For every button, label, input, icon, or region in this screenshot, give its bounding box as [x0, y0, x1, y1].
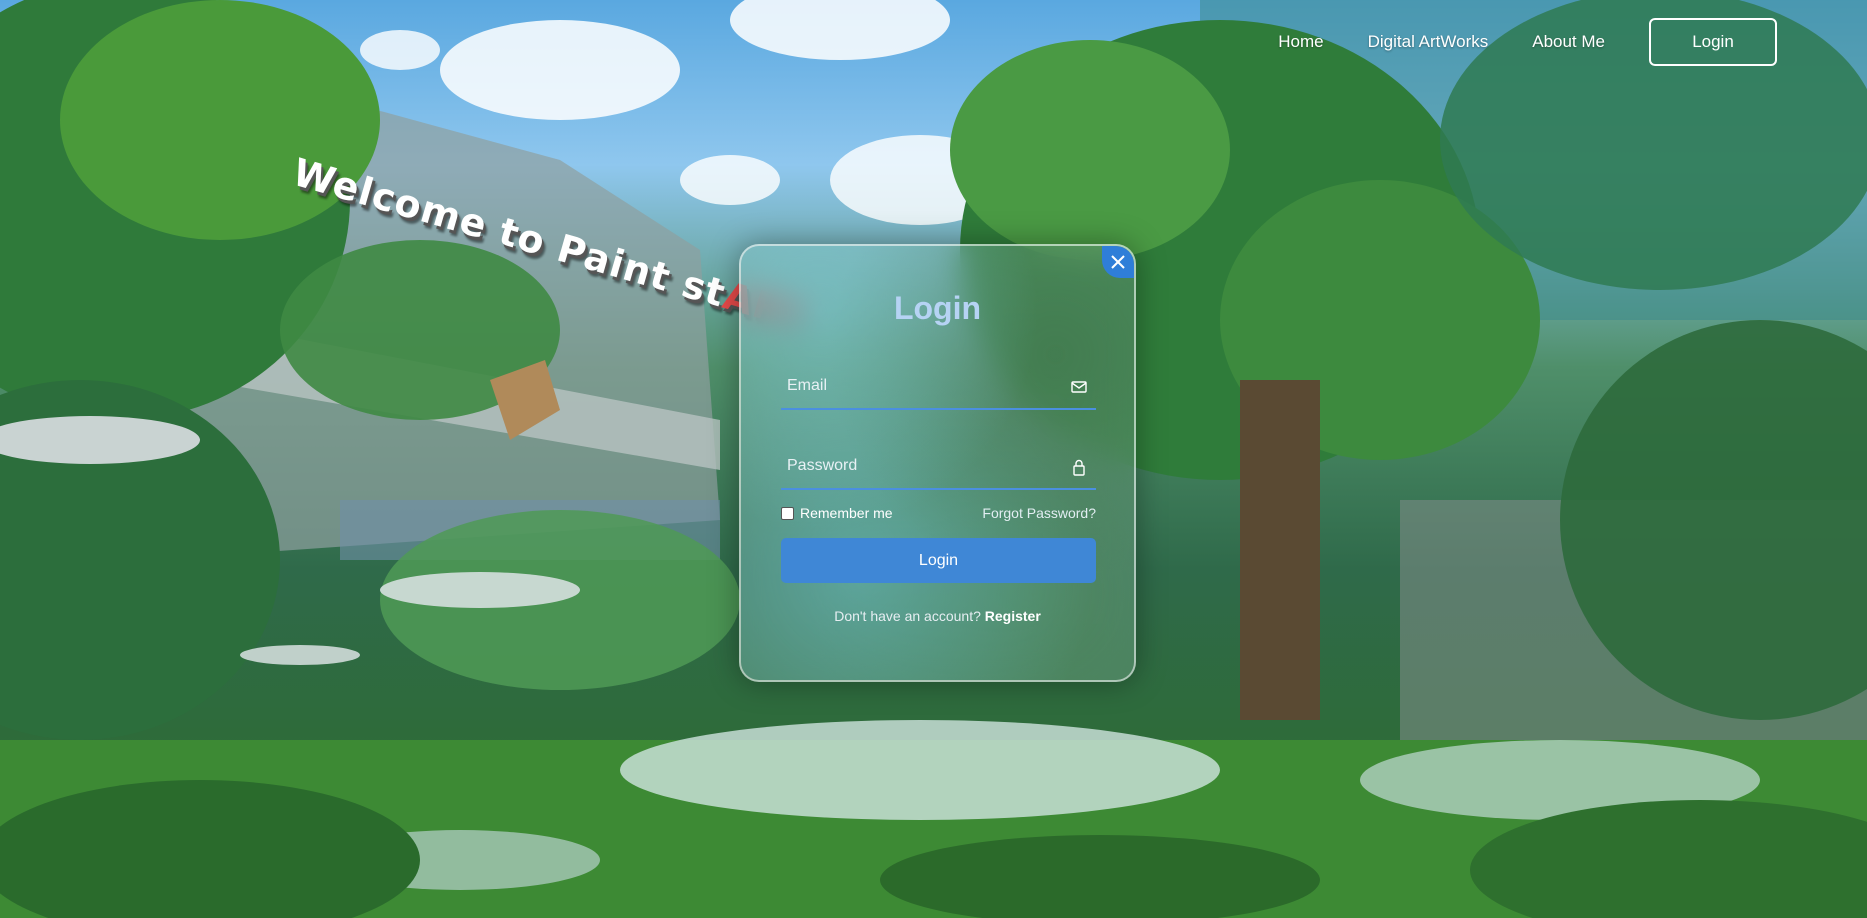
forgot-password-link[interactable]: Forgot Password?: [982, 505, 1096, 521]
login-options-row: Remember me Forgot Password?: [781, 504, 1096, 522]
login-submit-button[interactable]: Login: [781, 538, 1096, 583]
email-field-wrapper: [781, 364, 1096, 410]
register-link[interactable]: Register: [985, 608, 1041, 624]
lock-icon: [1073, 459, 1085, 476]
password-input[interactable]: [785, 444, 1059, 488]
nav-link-home[interactable]: Home: [1278, 32, 1323, 52]
envelope-icon: [1071, 381, 1087, 393]
register-prompt: Don't have an account? Register: [741, 608, 1134, 624]
nav-link-digital-artworks[interactable]: Digital ArtWorks: [1368, 32, 1489, 52]
password-field-wrapper: [781, 444, 1096, 490]
remember-me-checkbox[interactable]: [781, 506, 794, 520]
close-icon: [1111, 255, 1125, 269]
nav-login-button[interactable]: Login: [1649, 18, 1777, 66]
login-modal: Login Remember me Forgot Password? Login…: [739, 244, 1136, 682]
nav-link-about-me[interactable]: About Me: [1532, 32, 1605, 52]
register-prompt-text: Don't have an account?: [834, 608, 981, 624]
email-input[interactable]: [785, 364, 1059, 408]
top-navigation: Home Digital ArtWorks About Me Login: [1234, 0, 1867, 84]
remember-me[interactable]: Remember me: [781, 505, 893, 521]
remember-me-label: Remember me: [800, 505, 893, 521]
login-title: Login: [893, 290, 982, 326]
close-modal-button[interactable]: [1102, 246, 1134, 278]
